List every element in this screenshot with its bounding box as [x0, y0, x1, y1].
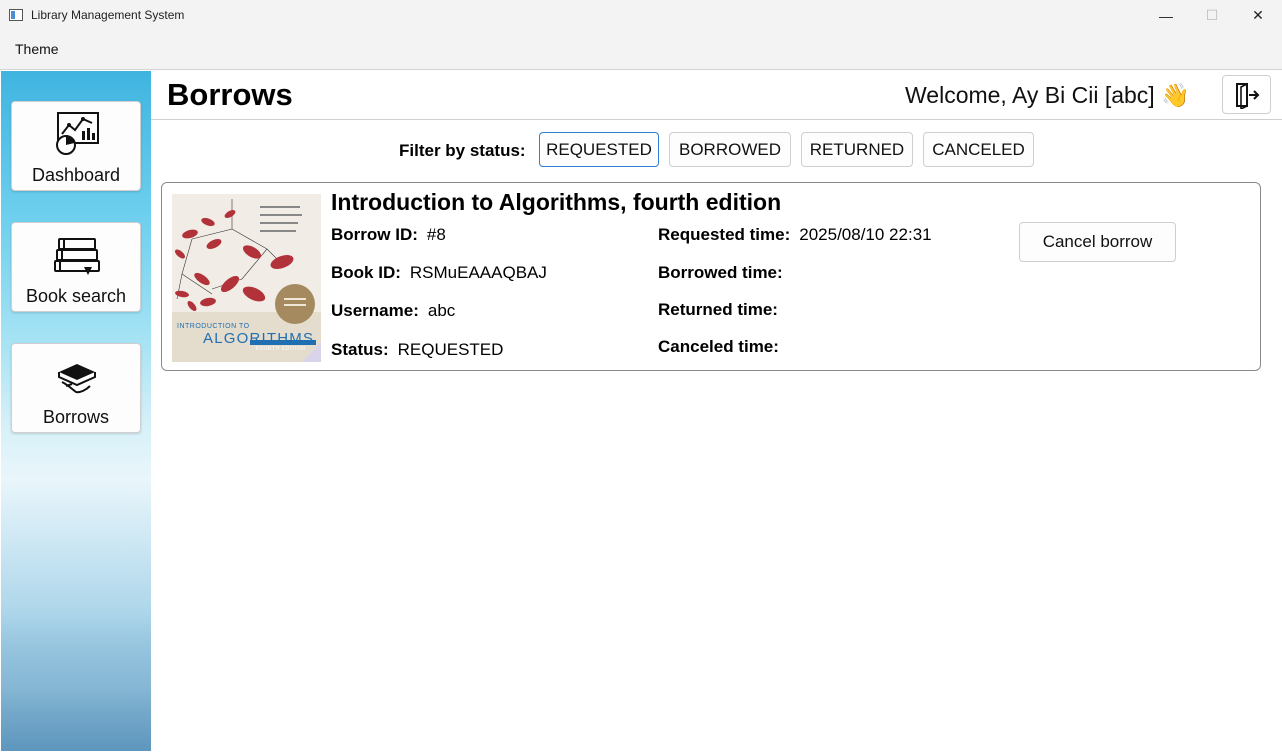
borrowed-time-field: Borrowed time: — [658, 263, 792, 283]
header-divider — [151, 119, 1282, 120]
cancel-borrow-button[interactable]: Cancel borrow — [1019, 222, 1176, 262]
book-cover: INTRODUCTION TO ALGORITHMS FOURTH EDITIO… — [172, 194, 321, 362]
filter-label: Filter by status: — [399, 141, 526, 160]
borrow-card: INTRODUCTION TO ALGORITHMS FOURTH EDITIO… — [161, 182, 1261, 371]
username-value: abc — [427, 301, 456, 320]
cover-top-text: INTRODUCTION TO — [177, 323, 250, 330]
username-field: Username: abc — [331, 301, 455, 321]
book-id-field: Book ID: RSMuEAAAQBAJ — [331, 263, 547, 283]
book-id-value: RSMuEAAAQBAJ — [409, 263, 547, 282]
borrow-id-field: Borrow ID: #8 — [331, 225, 446, 245]
logout-icon — [1235, 82, 1259, 109]
canceled-time-field: Canceled time: — [658, 337, 788, 357]
sidebar-item-label: Book search — [25, 286, 127, 306]
book-title: Introduction to Algorithms, fourth editi… — [331, 189, 782, 215]
filter-canceled-button[interactable]: CANCELED — [923, 132, 1034, 167]
page-title: Borrows — [167, 77, 293, 112]
status-field: Status: REQUESTED — [331, 340, 503, 360]
filter-returned-button[interactable]: RETURNED — [801, 132, 913, 167]
books-stack-icon — [54, 238, 100, 275]
requested-time-field: Requested time: 2025/08/10 22:31 — [658, 225, 932, 245]
menu-bar: Theme — [0, 31, 1282, 70]
hand-book-icon — [58, 364, 96, 394]
welcome-message: Welcome, Ay Bi Cii [abc] 👋 — [905, 82, 1190, 108]
status-value: REQUESTED — [397, 340, 504, 359]
maximize-button[interactable]: ☐ — [1189, 0, 1235, 31]
cover-edition-text: FOURTH EDITION — [256, 346, 306, 352]
window-title: Library Management System — [31, 8, 185, 22]
filter-requested-button[interactable]: REQUESTED — [539, 132, 659, 167]
cover-main-text: ALGORITHMS — [203, 330, 315, 347]
sidebar-item-book-search[interactable]: Book search — [11, 222, 141, 312]
logout-button[interactable] — [1222, 75, 1271, 114]
requested-time-label: Requested time: — [658, 225, 791, 244]
filter-borrowed-button[interactable]: BORROWED — [669, 132, 791, 167]
menu-theme[interactable]: Theme — [15, 41, 59, 57]
borrow-id-label: Borrow ID: — [331, 225, 418, 244]
app-icon — [9, 9, 23, 21]
dashboard-chart-icon — [56, 112, 99, 155]
sidebar: Dashboard Book search Borrows — [1, 71, 151, 751]
canceled-time-label: Canceled time: — [658, 337, 779, 356]
sidebar-item-label: Dashboard — [31, 165, 121, 185]
borrow-id-value: #8 — [426, 225, 446, 244]
returned-time-field: Returned time: — [658, 300, 787, 320]
status-label: Status: — [331, 340, 389, 359]
returned-time-label: Returned time: — [658, 300, 778, 319]
minimize-button[interactable]: — — [1143, 0, 1189, 31]
username-label: Username: — [331, 301, 419, 320]
requested-time-value: 2025/08/10 22:31 — [799, 225, 932, 244]
title-bar: Library Management System — ☐ ✕ — [0, 0, 1282, 31]
sidebar-item-dashboard[interactable]: Dashboard — [11, 101, 141, 191]
sidebar-item-label: Borrows — [42, 407, 109, 427]
sidebar-item-borrows[interactable]: Borrows — [11, 343, 141, 433]
book-id-label: Book ID: — [331, 263, 401, 282]
close-button[interactable]: ✕ — [1235, 0, 1281, 31]
borrowed-time-label: Borrowed time: — [658, 263, 783, 282]
